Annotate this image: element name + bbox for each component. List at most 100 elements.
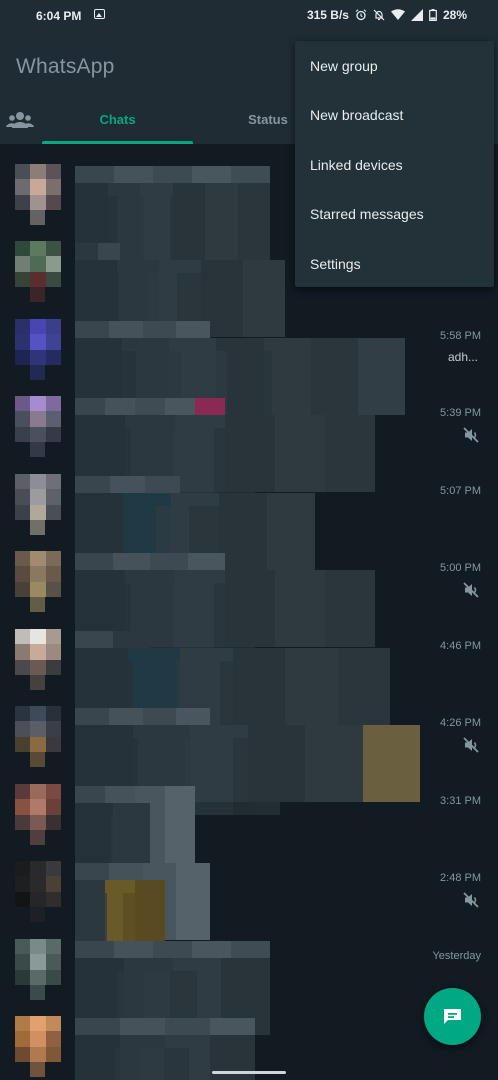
chat-list-item[interactable]: Yesterday [0,925,498,1048]
avatar-pixel [15,581,31,597]
chat-list-item[interactable]: 5:00 PM [0,537,498,660]
avatar-pixel [45,659,61,675]
avatar-blur-fragment [30,365,45,380]
avatar-pixel [45,954,61,970]
avatar[interactable] [15,629,61,675]
avatar-pixel [30,426,46,442]
avatar-pixel [45,784,61,800]
avatar-blur-fragment [30,442,45,457]
chat-list-item[interactable]: 4:26 PM [0,692,498,815]
avatar-pixel [30,1016,46,1032]
avatar-pixel [45,644,61,660]
avatar-pixel [30,411,46,427]
avatar-pixel [30,334,46,350]
message-snippet: adh... [447,350,478,364]
new-chat-button[interactable] [424,988,481,1045]
avatar[interactable] [15,474,61,520]
avatar-pixel [15,721,31,737]
avatar-pixel [30,644,46,660]
avatar-pixel [30,969,46,985]
avatar-pixel [15,1016,31,1032]
avatar-pixel [30,489,46,505]
avatar-pixel [45,969,61,985]
avatar-blur-fragment [30,675,45,690]
alarm-icon [355,9,367,21]
redaction-block [139,1048,165,1080]
avatar-pixel [15,474,31,490]
avatar-pixel [30,736,46,752]
avatar[interactable] [15,241,61,287]
avatar-pixel [15,396,31,412]
avatar-pixel [15,969,31,985]
menu-item-new-broadcast[interactable]: New broadcast [310,107,403,123]
avatar-pixel [45,939,61,955]
avatar-pixel [45,1016,61,1032]
avatar[interactable] [15,706,61,752]
avatar-pixel [15,271,31,287]
avatar[interactable] [15,861,61,907]
avatar-pixel [45,474,61,490]
new-chat-icon [444,1009,461,1024]
status-bar: 6:04 PM 315 B/s 28% [0,0,498,32]
avatar-pixel [45,736,61,752]
redaction-block [114,1048,140,1080]
menu-item-linked-devices[interactable]: Linked devices [310,157,403,173]
home-indicator[interactable] [212,1071,286,1074]
avatar[interactable] [15,319,61,365]
avatar-pixel [15,876,31,892]
chat-list-item[interactable]: 2:48 PM [0,847,498,970]
avatar-pixel [15,489,31,505]
avatar-pixel [15,319,31,335]
wifi-icon [390,9,405,20]
avatar-pixel [15,1031,31,1047]
app-title: WhatsApp [16,55,115,78]
avatar-pixel [30,659,46,675]
avatar-pixel [30,784,46,800]
menu-item-new-group[interactable]: New group [310,58,378,74]
status-right-cluster: 315 B/s 28% [307,8,467,22]
avatar-pixel [30,876,46,892]
avatar-pixel [30,504,46,520]
avatar-pixel [30,319,46,335]
chat-list-item[interactable]: 5:39 PM [0,382,498,505]
avatar[interactable] [15,164,61,210]
avatar-blur-fragment [30,752,45,767]
avatar-pixel [45,179,61,195]
avatar-pixel [45,566,61,582]
tab-chats[interactable]: Chats [42,102,193,144]
avatar[interactable] [15,396,61,442]
avatar-pixel [45,861,61,877]
avatar-pixel [30,629,46,645]
avatar-pixel [45,411,61,427]
avatar-pixel [30,164,46,180]
avatar-pixel [30,396,46,412]
avatar-blur-fragment [30,1062,45,1077]
chat-timestamp: Yesterday [432,950,481,962]
avatar-pixel [45,319,61,335]
chat-list-item[interactable]: 4:46 PM [0,615,498,738]
avatar-pixel [15,784,31,800]
avatar[interactable] [15,784,61,830]
avatar-pixel [45,489,61,505]
avatar-pixel [15,334,31,350]
chat-timestamp: 5:39 PM [440,407,481,419]
chat-list-item[interactable]: 5:58 PM adh... [0,305,498,428]
last-message-redacted-line2 [90,1048,189,1080]
avatar[interactable] [15,551,61,597]
chat-list-item[interactable]: 5:07 PM [0,460,498,583]
avatar-pixel [45,1046,61,1062]
menu-item-settings[interactable]: Settings [310,256,361,272]
avatar-blur-fragment [30,210,45,225]
avatar[interactable] [15,1016,61,1062]
menu-item-starred-messages[interactable]: Starred messages [310,206,424,222]
chat-timestamp: 5:07 PM [440,485,481,497]
avatar[interactable] [15,939,61,985]
whatsapp-screen: 6:04 PM 315 B/s 28% WhatsApp Chats Statu… [0,0,498,1080]
avatar-pixel [45,241,61,257]
avatar-pixel [45,799,61,815]
chat-list-item[interactable]: 3:31 PM [0,770,498,893]
avatar-pixel [30,1031,46,1047]
avatar-pixel [30,179,46,195]
battery-percent: 28% [442,8,467,22]
community-icon[interactable] [6,108,34,132]
